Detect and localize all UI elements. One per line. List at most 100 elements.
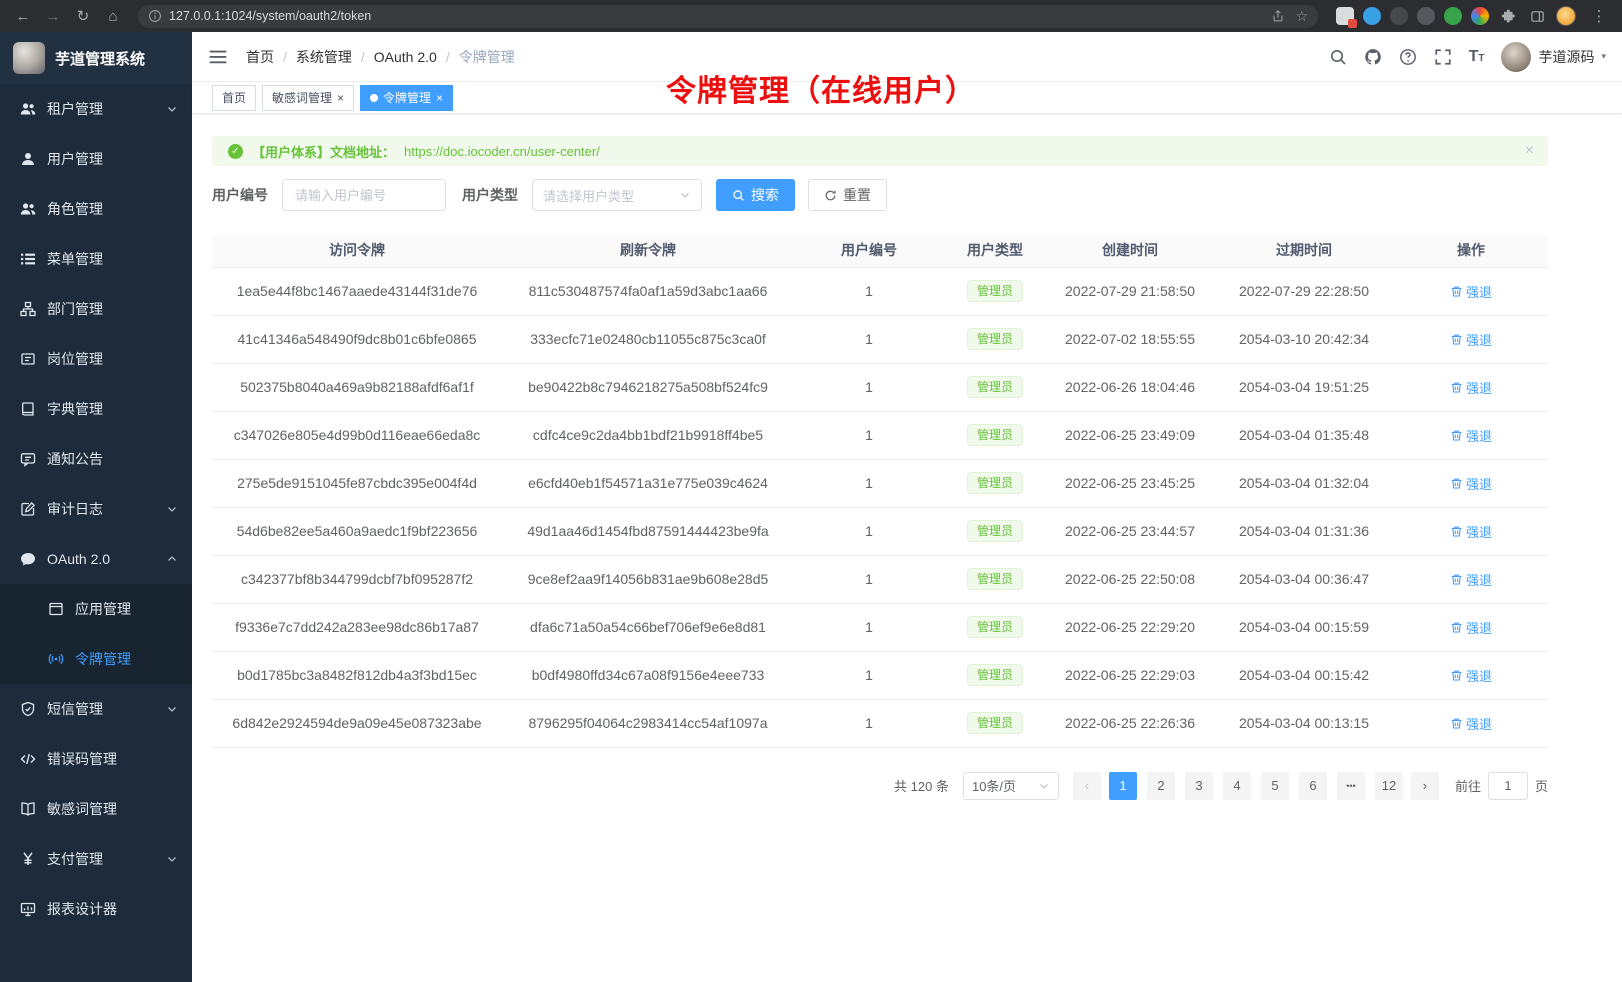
font-size-icon[interactable]: TT <box>1469 48 1485 66</box>
pagination-page-6[interactable]: 6 <box>1299 772 1327 800</box>
extension-icon[interactable] <box>1390 7 1408 25</box>
delete-icon <box>1450 381 1463 394</box>
sidebar-item-oauth2-app[interactable]: 应用管理 <box>0 584 192 634</box>
success-check-icon: ✓ <box>228 144 243 159</box>
page-size-select[interactable]: 10条/页 <box>963 772 1059 800</box>
user-id-cell: 1 <box>794 411 944 459</box>
sidebar-item-sensitive-word[interactable]: 敏感词管理 <box>0 784 192 834</box>
tab-close-icon[interactable]: × <box>436 92 443 104</box>
home-button[interactable]: ⌂ <box>100 3 126 29</box>
reset-button[interactable]: 重置 <box>808 179 887 211</box>
force-logout-button[interactable]: 强退 <box>1450 522 1492 541</box>
tab-oauth2-token[interactable]: 令牌管理× <box>360 85 453 111</box>
user-id-input[interactable] <box>282 179 446 211</box>
goto-label: 前往 <box>1455 776 1481 795</box>
force-logout-button[interactable]: 强退 <box>1450 282 1492 301</box>
sidebar-item-dept[interactable]: 部门管理 <box>0 284 192 334</box>
search-icon[interactable] <box>1329 48 1347 66</box>
app-window: 芋道管理系统 租户管理用户管理角色管理菜单管理部门管理岗位管理字典管理通知公告审… <box>0 32 1622 982</box>
back-button[interactable]: ← <box>10 3 36 29</box>
goto-page-input[interactable] <box>1488 772 1528 800</box>
open-book-icon <box>20 801 36 817</box>
force-logout-button[interactable]: 强退 <box>1450 570 1492 589</box>
sidebar-item-dict[interactable]: 字典管理 <box>0 384 192 434</box>
search-button[interactable]: 搜索 <box>716 179 795 211</box>
tab-active-dot <box>370 94 378 102</box>
user-type-select[interactable]: 请选择用户类型 <box>532 179 702 211</box>
extension-icon[interactable] <box>1444 7 1462 25</box>
force-logout-button[interactable]: 强退 <box>1450 378 1492 397</box>
refresh-button[interactable]: ↻ <box>70 3 96 29</box>
user-type-tag: 管理员 <box>967 376 1023 398</box>
sidebar-item-error-code[interactable]: 错误码管理 <box>0 734 192 784</box>
force-logout-button[interactable]: 强退 <box>1450 714 1492 733</box>
user-type-cell: 管理员 <box>944 555 1046 603</box>
sidebar-item-oauth2[interactable]: OAuth 2.0 <box>0 534 192 584</box>
refresh-token-cell: b0df4980ffd34c67a08f9156e4eee733 <box>502 651 794 699</box>
force-logout-button[interactable]: 强退 <box>1450 426 1492 445</box>
extension-icon[interactable] <box>1336 7 1354 25</box>
sidebar-item-audit-log[interactable]: 审计日志 <box>0 484 192 534</box>
breadcrumb-item[interactable]: OAuth 2.0 <box>374 49 437 65</box>
extension-icon[interactable] <box>1417 7 1435 25</box>
expires-at-cell: 2054-03-04 01:32:04 <box>1214 459 1394 507</box>
doc-link[interactable]: https://doc.iocoder.cn/user-center/ <box>404 144 600 159</box>
breadcrumb-item[interactable]: 首页 <box>246 47 274 67</box>
pagination-page-1[interactable]: 1 <box>1109 772 1137 800</box>
sidebar-item-pay[interactable]: 支付管理 <box>0 834 192 884</box>
bookmark-star-icon[interactable]: ☆ <box>1295 8 1308 25</box>
logo-image <box>13 42 45 74</box>
force-logout-button[interactable]: 强退 <box>1450 666 1492 685</box>
browser-profile-avatar[interactable] <box>1556 6 1576 26</box>
site-info-icon[interactable] <box>148 9 162 23</box>
pagination-ellipsis[interactable]: ••• <box>1337 772 1365 800</box>
sidebar-item-notice[interactable]: 通知公告 <box>0 434 192 484</box>
puzzle-extensions-icon[interactable] <box>1498 6 1518 26</box>
pagination-page-5[interactable]: 5 <box>1261 772 1289 800</box>
fullscreen-icon[interactable] <box>1434 48 1452 66</box>
help-icon[interactable] <box>1399 48 1417 66</box>
pagination-page-4[interactable]: 4 <box>1223 772 1251 800</box>
extension-icon[interactable] <box>1363 7 1381 25</box>
access-token-cell: 54d6be82ee5a460a9aedc1f9bf223656 <box>212 507 502 555</box>
sidebar-item-tenant[interactable]: 租户管理 <box>0 84 192 134</box>
collapse-sidebar-icon[interactable] <box>208 47 228 67</box>
sidebar-item-label: 字典管理 <box>47 399 103 419</box>
yen-icon <box>20 851 36 867</box>
address-bar[interactable]: 127.0.0.1:1024/system/oauth2/token ☆ <box>138 5 1318 28</box>
table-row: c342377bf8b344799dcbf7bf095287f29ce8ef2a… <box>212 555 1548 603</box>
pagination-prev-button[interactable]: ‹ <box>1073 772 1101 800</box>
sidebar-item-report-designer[interactable]: 报表设计器 <box>0 884 192 934</box>
extension-icon[interactable] <box>1471 7 1489 25</box>
sidebar-item-sms[interactable]: 短信管理 <box>0 684 192 734</box>
pagination-page-12[interactable]: 12 <box>1375 772 1403 800</box>
table-row: 41c41346a548490f9dc8b01c6bfe0865333ecfc7… <box>212 315 1548 363</box>
access-token-cell: 41c41346a548490f9dc8b01c6bfe0865 <box>212 315 502 363</box>
browser-menu-icon[interactable]: ⋮ <box>1586 3 1612 29</box>
user-dropdown[interactable]: 芋道源码 ▾ <box>1501 42 1606 72</box>
sidebar-item-post[interactable]: 岗位管理 <box>0 334 192 384</box>
pagination-page-3[interactable]: 3 <box>1185 772 1213 800</box>
sidebar-item-user[interactable]: 用户管理 <box>0 134 192 184</box>
force-logout-button[interactable]: 强退 <box>1450 474 1492 493</box>
user-type-tag: 管理员 <box>967 424 1023 446</box>
github-icon[interactable] <box>1364 48 1382 66</box>
app-logo[interactable]: 芋道管理系统 <box>0 32 192 84</box>
side-panel-icon[interactable] <box>1527 6 1547 26</box>
share-icon[interactable] <box>1271 9 1285 23</box>
sidebar-item-role[interactable]: 角色管理 <box>0 184 192 234</box>
sidebar-item-oauth2-token[interactable]: 令牌管理 <box>0 634 192 684</box>
force-logout-button[interactable]: 强退 <box>1450 330 1492 349</box>
force-logout-button[interactable]: 强退 <box>1450 618 1492 637</box>
breadcrumb-item[interactable]: 系统管理 <box>296 47 352 67</box>
pagination-next-button[interactable]: › <box>1411 772 1439 800</box>
forward-button[interactable]: → <box>40 3 66 29</box>
refresh-token-cell: 49d1aa46d1454fbd87591444423be9fa <box>502 507 794 555</box>
alert-close-icon[interactable]: × <box>1525 143 1534 159</box>
tab-sensitive-word[interactable]: 敏感词管理× <box>262 85 354 111</box>
tab-close-icon[interactable]: × <box>337 92 344 104</box>
tab-home[interactable]: 首页 <box>212 85 256 111</box>
column-header: 用户类型 <box>944 233 1046 267</box>
pagination-page-2[interactable]: 2 <box>1147 772 1175 800</box>
sidebar-item-menu[interactable]: 菜单管理 <box>0 234 192 284</box>
